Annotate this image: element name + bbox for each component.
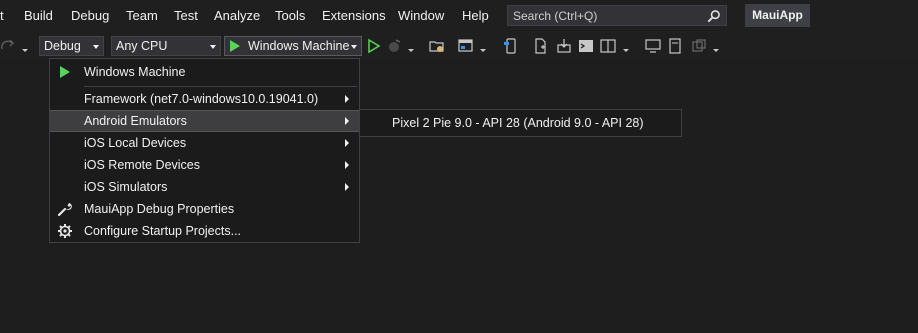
run-target-menu: Windows Machine Framework (net7.0-window… [49,58,360,243]
menu-item-ios-local-devices[interactable]: iOS Local Devices [50,132,359,154]
chevron-right-icon [345,161,349,169]
device-icon[interactable] [502,38,518,54]
play-icon [230,40,240,52]
split-view-icon[interactable] [600,38,616,54]
menu-item-label: Framework (net7.0-windows10.0.19041.0) [84,92,319,106]
configuration-value: Debug [44,39,81,53]
menu-item-label: iOS Local Devices [84,136,187,150]
emulator-pixel-2-pie[interactable]: Pixel 2 Pie 9.0 - API 28 (Android 9.0 - … [392,116,644,130]
toolbar: Debug Any CPU Windows Machine [0,31,918,60]
menu-item-label: Configure Startup Projects... [84,224,242,238]
menu-item-label: MauiApp Debug Properties [84,202,235,216]
platform-combo[interactable]: Any CPU [111,36,221,56]
menu-window[interactable]: Window [398,8,444,23]
redo-icon[interactable] [0,37,16,53]
menu-item-windows-machine[interactable]: Windows Machine [50,61,359,83]
menu-team[interactable]: Team [126,8,158,23]
android-emulators-submenu: Pixel 2 Pie 9.0 - API 28 (Android 9.0 - … [359,109,682,137]
solution-name-badge: MauiApp [745,4,810,27]
hot-reload-icon[interactable] [386,38,402,54]
split-view-dropdown-arrow[interactable] [623,49,629,52]
menu-tools[interactable]: Tools [275,8,305,23]
menu-build[interactable]: Build [24,8,53,23]
search-placeholder: Search (Ctrl+Q) [513,9,598,23]
menu-extensions[interactable]: Extensions [322,8,386,23]
download-icon[interactable] [556,38,572,54]
play-icon [60,66,70,78]
window-layout-icon[interactable] [458,38,474,54]
open-folder-icon[interactable] [429,38,445,54]
platform-value: Any CPU [116,39,168,53]
chevron-right-icon [345,117,349,125]
extensions-icon[interactable] [691,38,707,54]
menu-item-ios-remote-devices[interactable]: iOS Remote Devices [50,154,359,176]
menu-item-label: iOS Simulators [84,180,168,194]
chevron-down-icon [351,45,357,49]
menu-item-framework[interactable]: Framework (net7.0-windows10.0.19041.0) [50,88,359,110]
monitor-icon[interactable] [645,38,661,54]
menu-debug[interactable]: Debug [71,8,109,23]
new-file-icon[interactable] [533,38,549,54]
chevron-down-icon [210,45,216,49]
menu-analyze[interactable]: Analyze [214,8,260,23]
chevron-right-icon [345,183,349,191]
tablet-icon[interactable] [667,38,683,54]
search-icon [707,10,720,23]
run-target-button[interactable]: Windows Machine [224,36,362,56]
chevron-right-icon [345,95,349,103]
menu-test[interactable]: Test [174,8,198,23]
run-target-label: Windows Machine [248,39,350,53]
menu-item-label: Android Emulators [84,114,187,128]
chevron-down-icon [93,45,99,49]
terminal-icon[interactable] [578,38,594,54]
menu-item-label: iOS Remote Devices [84,158,201,172]
search-box[interactable]: Search (Ctrl+Q) [507,5,727,26]
menu-item-debug-properties[interactable]: MauiApp Debug Properties [50,198,359,220]
hot-reload-dropdown-arrow[interactable] [408,49,414,52]
redo-dropdown-arrow[interactable] [22,49,28,52]
menu-item-label: Windows Machine [84,65,186,79]
menu-bar: t Build Debug Team Test Analyze Tools Ex… [0,0,918,31]
wrench-icon [57,203,72,217]
layout-dropdown-arrow[interactable] [480,49,486,52]
start-without-debugging-icon[interactable] [366,38,382,54]
extensions-dropdown-arrow[interactable] [713,49,719,52]
menu-item-ios-simulators[interactable]: iOS Simulators [50,176,359,198]
configuration-combo[interactable]: Debug [39,36,104,56]
menu-file-partial[interactable]: t [0,8,4,23]
chevron-right-icon [345,139,349,147]
menu-help[interactable]: Help [462,8,489,23]
menu-item-configure-startup[interactable]: Configure Startup Projects... [50,220,359,242]
menu-item-android-emulators[interactable]: Android Emulators [50,110,359,132]
gear-icon [58,224,72,238]
menu-separator [84,86,357,87]
